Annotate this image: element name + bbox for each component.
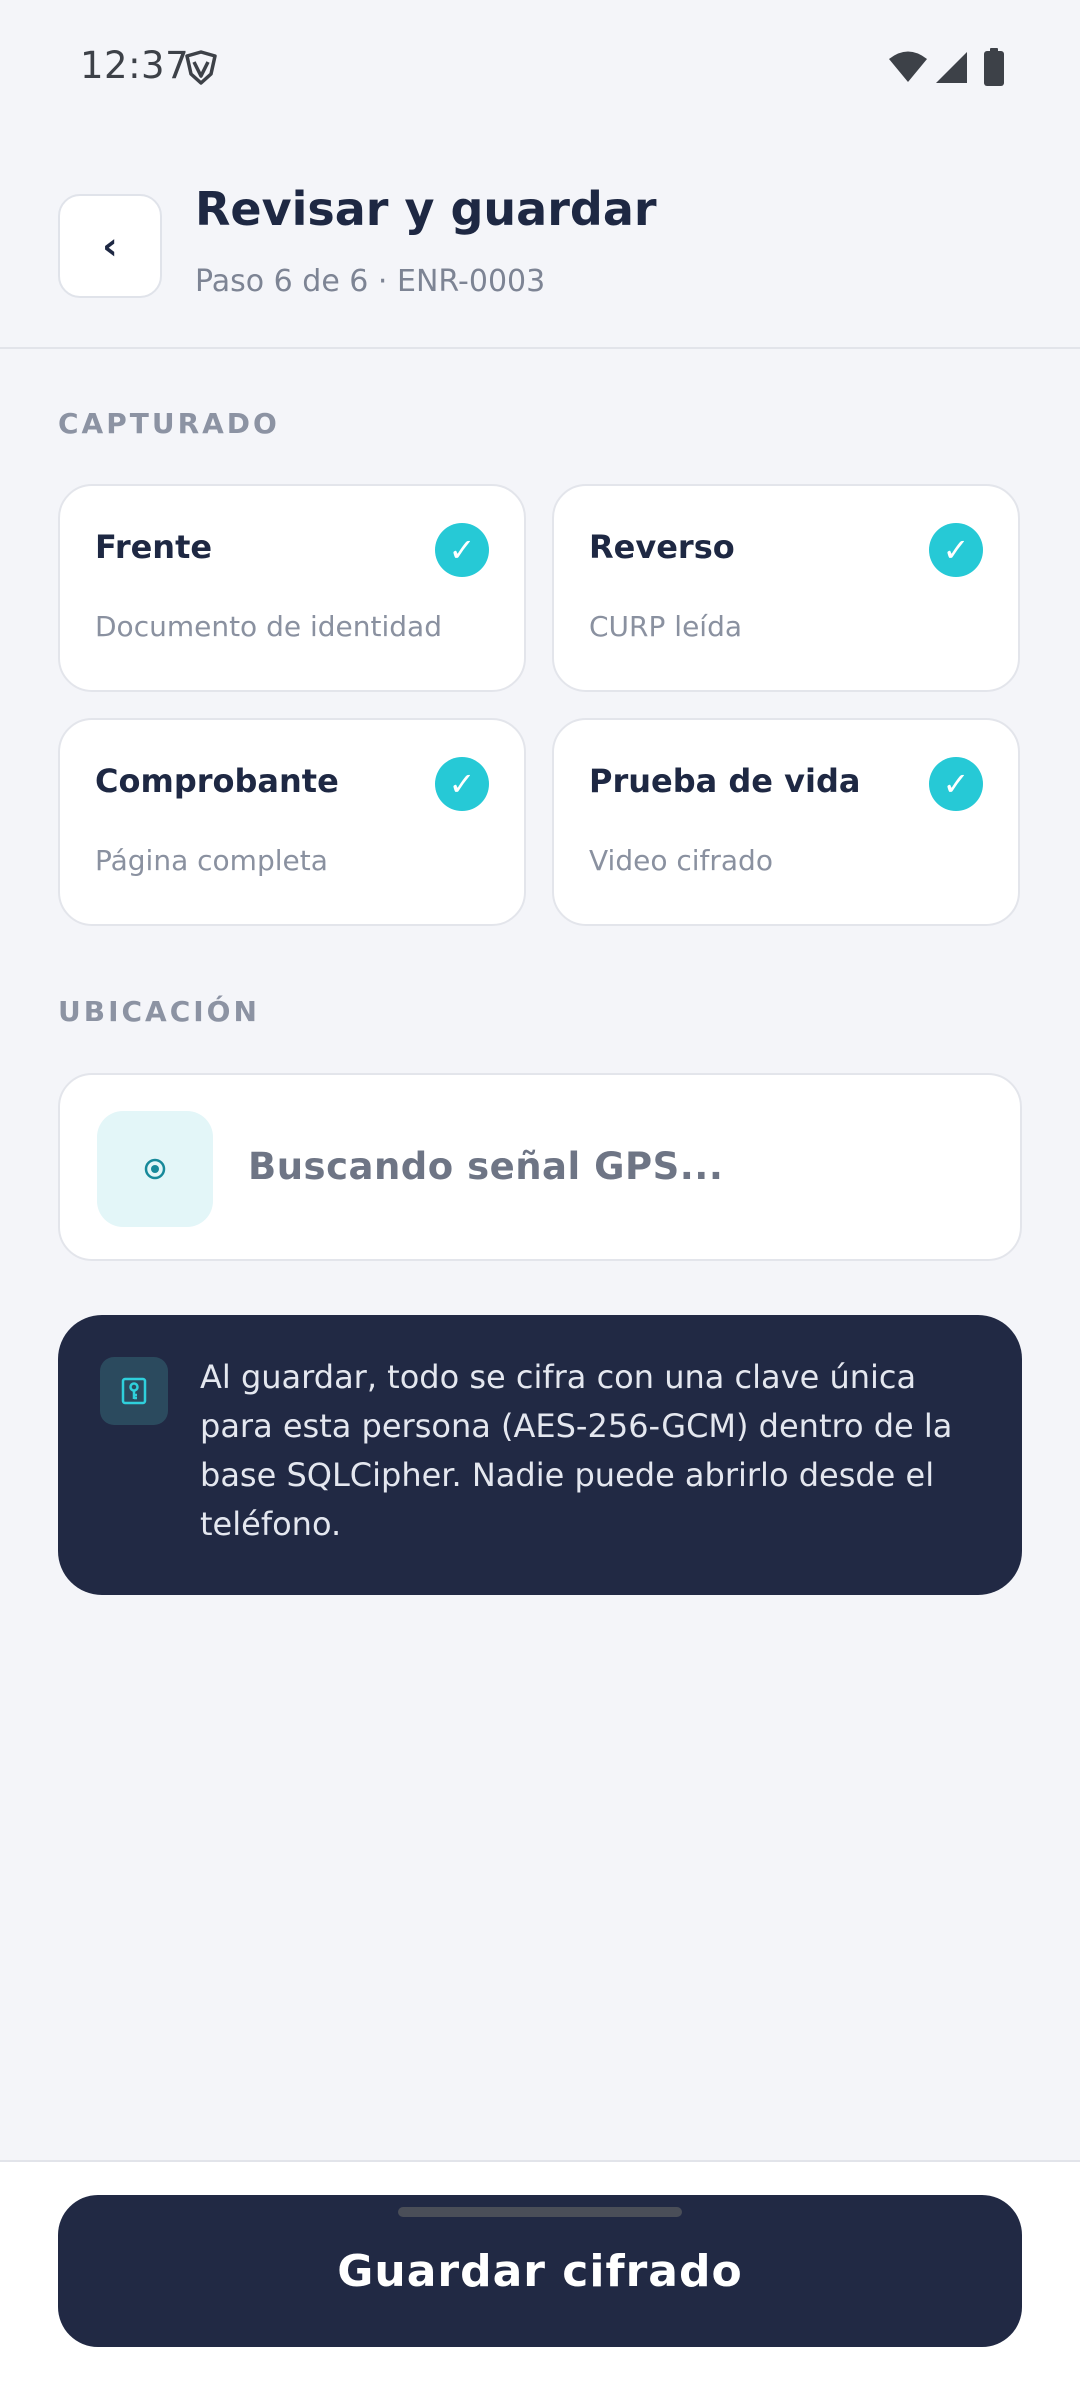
save-encrypted-button[interactable]: Guardar cifrado [58, 2195, 1022, 2347]
capture-card-back[interactable]: Reverso ✓ CURP leída [552, 484, 1020, 692]
encryption-info-text: Al guardar, todo se cifra con una clave … [200, 1358, 953, 1543]
card-title: Prueba de vida [589, 762, 861, 800]
battery-icon [984, 48, 1004, 86]
encryption-info-box: Al guardar, todo se cifra con una clave … [58, 1315, 1022, 1595]
section-label-captured: CAPTURADO [58, 407, 280, 440]
gps-status-text: Buscando señal GPS... [248, 1145, 724, 1188]
check-icon: ✓ [929, 757, 983, 811]
card-title: Reverso [589, 528, 735, 566]
gps-target-icon [144, 1158, 166, 1180]
card-subtitle: Video cifrado [589, 844, 773, 877]
capture-card-proof[interactable]: Comprobante ✓ Página completa [58, 718, 526, 926]
card-subtitle: CURP leída [589, 610, 743, 643]
bottom-action-bar: Guardar cifrado [0, 2160, 1080, 2400]
section-label-location: UBICACIÓN [58, 995, 260, 1028]
page-title: Revisar y guardar [195, 182, 657, 236]
check-icon: ✓ [435, 757, 489, 811]
check-icon: ✓ [435, 523, 489, 577]
status-bar: 12:37 [0, 0, 1080, 135]
page-subtitle: Paso 6 de 6 · ENR-0003 [195, 264, 546, 299]
key-icon [121, 1377, 147, 1405]
card-title: Comprobante [95, 762, 339, 800]
wifi-icon [889, 51, 927, 82]
capture-card-front[interactable]: Frente ✓ Documento de identidad [58, 484, 526, 692]
key-icon-box [100, 1357, 168, 1425]
signal-icon [936, 52, 967, 83]
back-button[interactable]: ‹ [58, 194, 162, 298]
card-subtitle: Página completa [95, 844, 328, 877]
location-card: Buscando señal GPS... [58, 1073, 1022, 1261]
status-time: 12:37 [80, 44, 190, 87]
capture-card-liveness[interactable]: Prueba de vida ✓ Video cifrado [552, 718, 1020, 926]
shield-icon [185, 50, 217, 85]
home-indicator[interactable] [398, 2207, 682, 2217]
card-subtitle: Documento de identidad [95, 610, 442, 643]
header: ‹ Revisar y guardar Paso 6 de 6 · ENR-00… [0, 135, 1080, 349]
card-title: Frente [95, 528, 213, 566]
location-icon-box [97, 1111, 213, 1227]
check-icon: ✓ [929, 523, 983, 577]
